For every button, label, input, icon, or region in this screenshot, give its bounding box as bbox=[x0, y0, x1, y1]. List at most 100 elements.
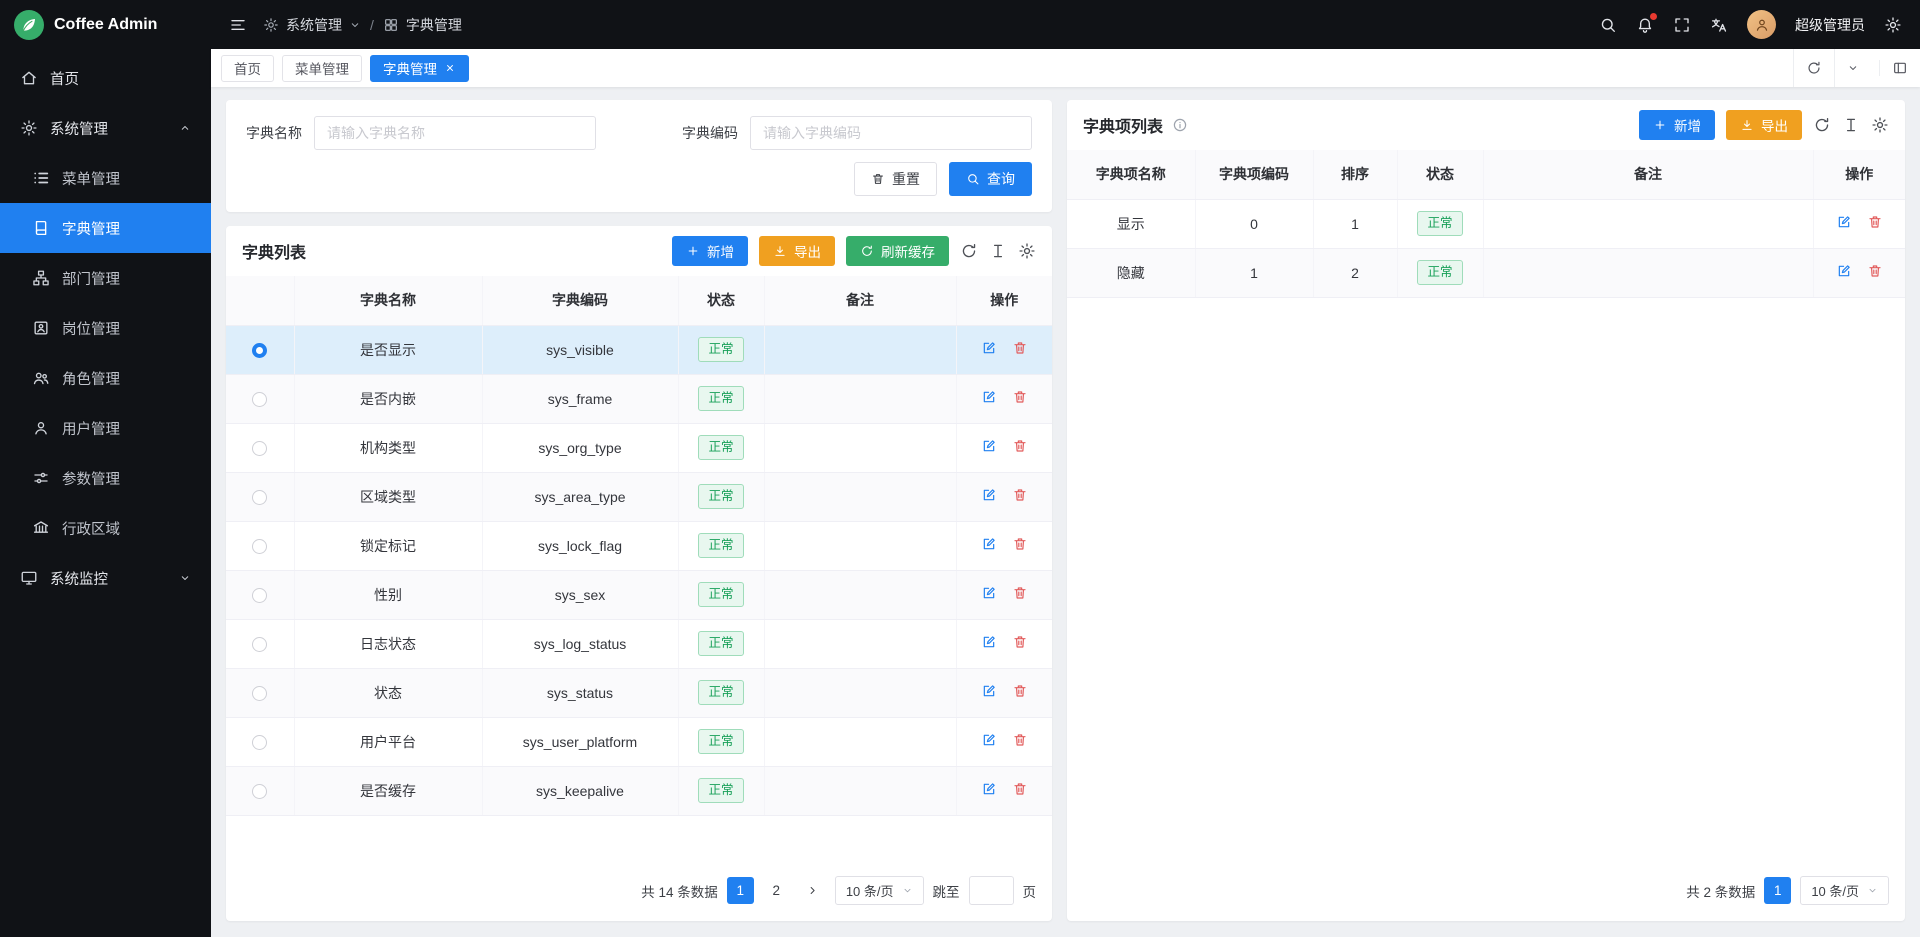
jump-page-input[interactable] bbox=[969, 876, 1014, 905]
dict-row-sys_log_status[interactable]: 日志状态sys_log_status正常 bbox=[226, 619, 1052, 668]
tabs-refresh-button[interactable] bbox=[1793, 49, 1834, 87]
trash-icon[interactable] bbox=[1012, 781, 1028, 797]
edit-icon[interactable] bbox=[981, 634, 997, 650]
trash-icon[interactable] bbox=[1012, 634, 1028, 650]
breadcrumb-dict-mgmt[interactable]: 字典管理 bbox=[383, 15, 462, 35]
sidebar-item-post-mgmt[interactable]: 岗位管理 bbox=[0, 303, 211, 353]
table-settings-icon[interactable] bbox=[1871, 116, 1889, 134]
edit-icon[interactable] bbox=[981, 389, 997, 405]
dict-row-sys_org_type[interactable]: 机构类型sys_org_type正常 bbox=[226, 423, 1052, 472]
row-radio[interactable] bbox=[252, 784, 267, 799]
refresh-cache-button[interactable]: 刷新缓存 bbox=[846, 236, 949, 266]
page-button-1[interactable]: 1 bbox=[727, 877, 754, 904]
edit-icon[interactable] bbox=[981, 438, 997, 454]
table-refresh-icon[interactable] bbox=[960, 242, 978, 260]
sidebar-item-user-mgmt[interactable]: 用户管理 bbox=[0, 403, 211, 453]
dict-item-row-0[interactable]: 显示01正常 bbox=[1067, 199, 1905, 248]
export-dict-item-button[interactable]: 导出 bbox=[1726, 110, 1802, 140]
sidebar-item-system-monitor[interactable]: 系统监控 bbox=[0, 553, 211, 603]
layout-expand-button[interactable] bbox=[1879, 60, 1920, 76]
chevron-down-icon bbox=[349, 19, 361, 31]
trash-icon[interactable] bbox=[1012, 732, 1028, 748]
row-radio[interactable] bbox=[252, 686, 267, 701]
tabs-dropdown-button[interactable] bbox=[1834, 49, 1871, 87]
tab-menu-mgmt[interactable]: 菜单管理 bbox=[282, 55, 362, 82]
trash-icon[interactable] bbox=[1012, 487, 1028, 503]
edit-icon[interactable] bbox=[981, 683, 997, 699]
tab-home[interactable]: 首页 bbox=[221, 55, 274, 82]
trash-icon[interactable] bbox=[1012, 536, 1028, 552]
query-button[interactable]: 查询 bbox=[949, 162, 1032, 196]
dict-row-sys_visible[interactable]: 是否显示sys_visible正常 bbox=[226, 325, 1052, 374]
username[interactable]: 超级管理员 bbox=[1795, 15, 1865, 35]
trash-icon[interactable] bbox=[1867, 263, 1883, 279]
page-button-2[interactable]: 2 bbox=[763, 877, 790, 904]
edit-icon[interactable] bbox=[981, 536, 997, 552]
avatar[interactable] bbox=[1747, 10, 1776, 39]
sidebar-item-menu-mgmt[interactable]: 菜单管理 bbox=[0, 153, 211, 203]
tab-dict-mgmt[interactable]: 字典管理 bbox=[370, 55, 469, 82]
fullscreen-icon[interactable] bbox=[1673, 16, 1691, 34]
hamburger-icon[interactable] bbox=[229, 16, 247, 34]
edit-icon[interactable] bbox=[981, 781, 997, 797]
column-setting-icon[interactable] bbox=[1842, 116, 1860, 134]
row-radio[interactable] bbox=[252, 637, 267, 652]
add-dict-item-button[interactable]: 新增 bbox=[1639, 110, 1715, 140]
sidebar-item-dict-mgmt[interactable]: 字典管理 bbox=[0, 203, 211, 253]
breadcrumb-label: 字典管理 bbox=[406, 15, 462, 35]
trash-icon[interactable] bbox=[1012, 683, 1028, 699]
dict-row-sys_area_type[interactable]: 区域类型sys_area_type正常 bbox=[226, 472, 1052, 521]
sidebar-item-system-mgmt[interactable]: 系统管理 bbox=[0, 103, 211, 153]
dict-row-sys_lock_flag[interactable]: 锁定标记sys_lock_flag正常 bbox=[226, 521, 1052, 570]
next-page-button[interactable] bbox=[799, 877, 826, 904]
table-settings-icon[interactable] bbox=[1018, 242, 1036, 260]
trash-icon[interactable] bbox=[1012, 340, 1028, 356]
reset-button[interactable]: 重置 bbox=[854, 162, 937, 196]
edit-icon[interactable] bbox=[1836, 214, 1852, 230]
row-radio[interactable] bbox=[252, 735, 267, 750]
translate-icon[interactable] bbox=[1710, 16, 1728, 34]
add-dict-button[interactable]: 新增 bbox=[672, 236, 748, 266]
dict-row-sys_keepalive[interactable]: 是否缓存sys_keepalive正常 bbox=[226, 766, 1052, 815]
row-radio[interactable] bbox=[252, 588, 267, 603]
logo[interactable]: Coffee Admin bbox=[0, 0, 211, 49]
breadcrumb-system-mgmt[interactable]: 系统管理 bbox=[263, 15, 361, 35]
bell-icon[interactable] bbox=[1636, 16, 1654, 34]
dict-row-sys_frame[interactable]: 是否内嵌sys_frame正常 bbox=[226, 374, 1052, 423]
trash-icon[interactable] bbox=[1012, 438, 1028, 454]
table-refresh-icon[interactable] bbox=[1813, 116, 1831, 134]
sidebar-item-admin-region[interactable]: 行政区域 bbox=[0, 503, 211, 553]
page-size-select[interactable]: 10 条/页 bbox=[835, 876, 924, 905]
dict-code-input[interactable] bbox=[750, 116, 1032, 150]
sidebar-item-role-mgmt[interactable]: 角色管理 bbox=[0, 353, 211, 403]
edit-icon[interactable] bbox=[981, 732, 997, 748]
edit-icon[interactable] bbox=[1836, 263, 1852, 279]
close-icon[interactable] bbox=[444, 62, 456, 74]
trash-icon[interactable] bbox=[1867, 214, 1883, 230]
dict-item-row-1[interactable]: 隐藏12正常 bbox=[1067, 248, 1905, 297]
row-radio[interactable] bbox=[252, 441, 267, 456]
row-radio[interactable] bbox=[252, 539, 267, 554]
row-radio[interactable] bbox=[252, 392, 267, 407]
trash-icon[interactable] bbox=[1012, 585, 1028, 601]
dict-row-sys_user_platform[interactable]: 用户平台sys_user_platform正常 bbox=[226, 717, 1052, 766]
export-dict-button[interactable]: 导出 bbox=[759, 236, 835, 266]
search-icon[interactable] bbox=[1599, 16, 1617, 34]
settings-gear-icon[interactable] bbox=[1884, 16, 1902, 34]
row-radio[interactable] bbox=[252, 343, 267, 358]
dict-row-sys_status[interactable]: 状态sys_status正常 bbox=[226, 668, 1052, 717]
sidebar-item-param-mgmt[interactable]: 参数管理 bbox=[0, 453, 211, 503]
edit-icon[interactable] bbox=[981, 340, 997, 356]
edit-icon[interactable] bbox=[981, 585, 997, 601]
row-radio[interactable] bbox=[252, 490, 267, 505]
sidebar-item-dept-mgmt[interactable]: 部门管理 bbox=[0, 253, 211, 303]
page-size-select[interactable]: 10 条/页 bbox=[1800, 876, 1889, 905]
dict-name-input[interactable] bbox=[314, 116, 596, 150]
page-button-1[interactable]: 1 bbox=[1764, 877, 1791, 904]
dict-row-sys_sex[interactable]: 性别sys_sex正常 bbox=[226, 570, 1052, 619]
column-setting-icon[interactable] bbox=[989, 242, 1007, 260]
radio-cell bbox=[226, 472, 294, 521]
trash-icon[interactable] bbox=[1012, 389, 1028, 405]
sidebar-item-home[interactable]: 首页 bbox=[0, 53, 211, 103]
edit-icon[interactable] bbox=[981, 487, 997, 503]
